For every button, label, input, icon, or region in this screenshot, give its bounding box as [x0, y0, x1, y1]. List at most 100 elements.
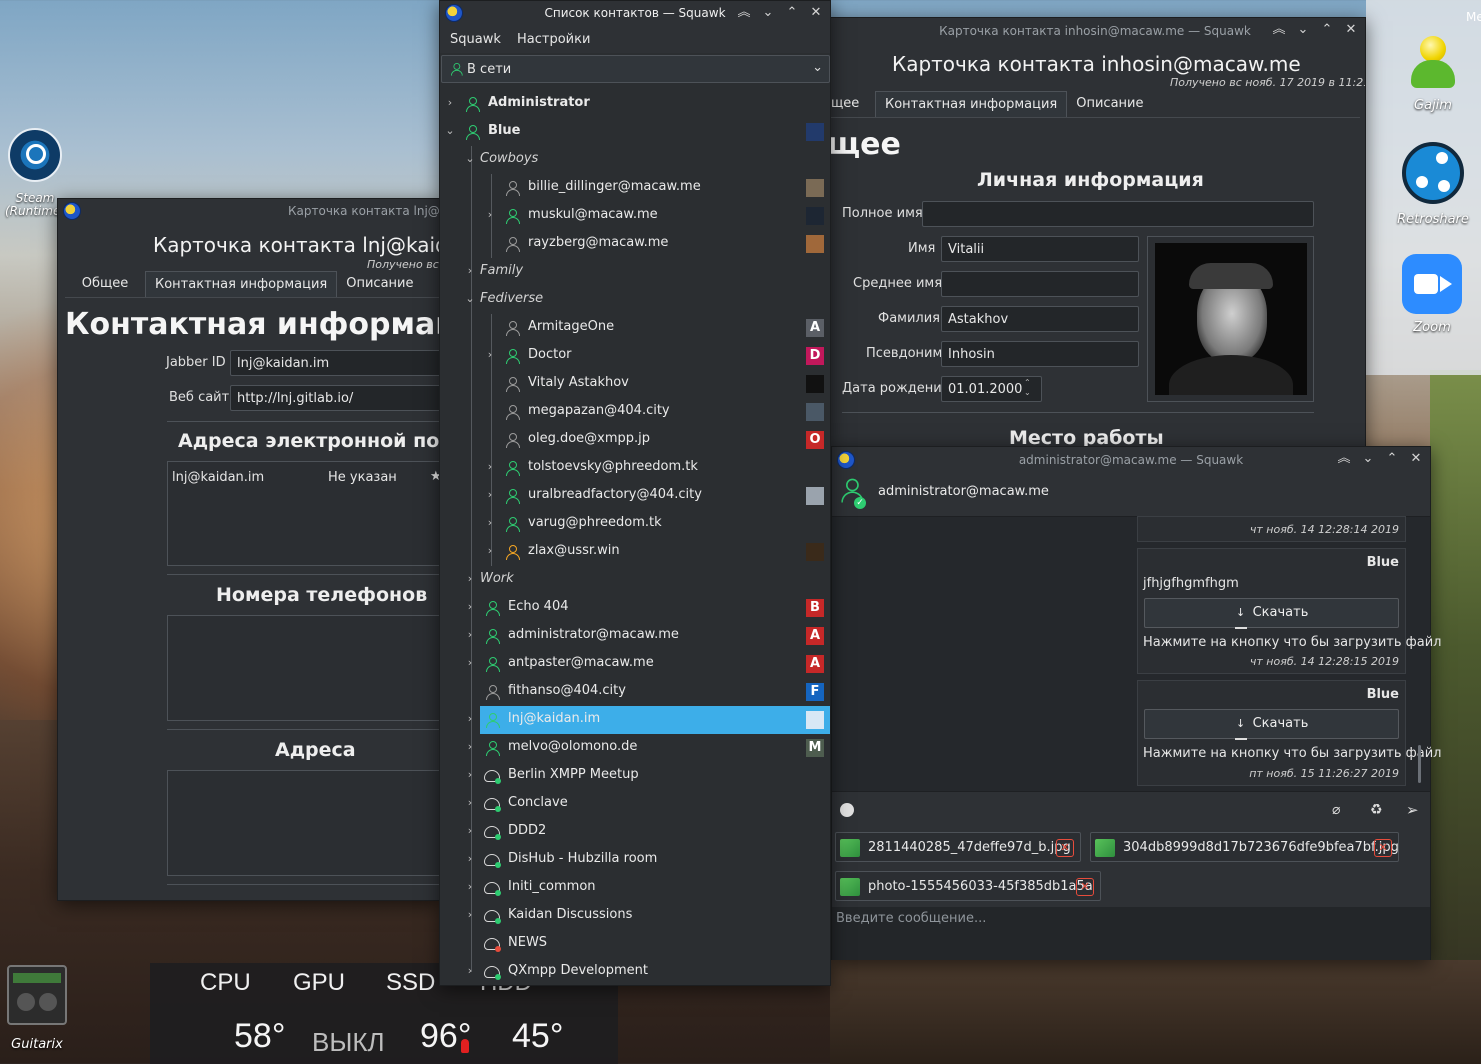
tab-contact-info[interactable]: Контактная информация: [145, 271, 338, 297]
room-row[interactable]: › DisHub - Hubzilla room: [440, 846, 830, 874]
contact-row[interactable]: rayzberg@macaw.me: [440, 230, 830, 258]
keep-above-button[interactable]: ︽: [736, 1, 752, 25]
contact-row[interactable]: fithanso@404.city F: [440, 678, 830, 706]
group-row[interactable]: ⌄ Cowboys: [440, 146, 830, 174]
tab-description[interactable]: Описание: [1067, 91, 1152, 117]
download-button[interactable]: ↓ Скачать: [1144, 709, 1399, 740]
collapsed-arrow-icon[interactable]: ›: [484, 516, 496, 529]
collapsed-arrow-icon[interactable]: ›: [484, 348, 496, 361]
close-button[interactable]: ✕: [1343, 18, 1359, 42]
account-row[interactable]: ⌄ Blue: [440, 118, 830, 146]
emoji-icon[interactable]: [840, 803, 854, 817]
contact-row[interactable]: › muskul@macaw.me: [440, 202, 830, 230]
attachment-chip[interactable]: 304db8999d8d17b723676dfe9bfea7bf.jpg ✕: [1090, 832, 1399, 862]
collapsed-arrow-icon[interactable]: ›: [464, 628, 476, 641]
desktop-icon-guitarix[interactable]: Guitarix: [4, 965, 70, 1052]
menu-squawk[interactable]: Squawk: [450, 32, 501, 47]
expanded-arrow-icon[interactable]: ⌄: [464, 292, 476, 305]
close-button[interactable]: ✕: [808, 1, 824, 25]
room-row[interactable]: › Initi_common: [440, 874, 830, 902]
group-row[interactable]: ⌄ Fediverse: [440, 286, 830, 314]
remove-attachment-icon[interactable]: ✕: [1056, 839, 1074, 857]
collapsed-arrow-icon[interactable]: ›: [464, 768, 476, 781]
addresses-list[interactable]: [167, 770, 440, 876]
keep-above-button[interactable]: ︽: [1271, 18, 1287, 42]
jid-field[interactable]: [230, 350, 440, 376]
download-button[interactable]: ↓ Скачать: [1144, 598, 1399, 629]
expanded-arrow-icon[interactable]: ⌄: [444, 124, 456, 137]
menu-settings[interactable]: Настройки: [517, 32, 590, 47]
emails-list[interactable]: lnj@kaidan.im Не указан ★: [167, 461, 440, 566]
collapsed-arrow-icon[interactable]: ›: [484, 208, 496, 221]
collapsed-arrow-icon[interactable]: ›: [464, 656, 476, 669]
attachment-chip[interactable]: photo-1555456033-45f385db1a5a ✕: [835, 871, 1101, 901]
expanded-arrow-icon[interactable]: ⌄: [464, 152, 476, 165]
contact-row[interactable]: › melvo@olomono.de M: [440, 734, 830, 762]
avatar-frame[interactable]: [1147, 236, 1314, 402]
remove-attachment-icon[interactable]: ✕: [1374, 839, 1392, 857]
last-name-field[interactable]: [941, 306, 1139, 332]
window-titlebar[interactable]: Карточка контакта lnj@kaidan.im — Squawk: [58, 199, 440, 223]
maximize-button[interactable]: ⌃: [1384, 447, 1400, 471]
contact-row[interactable]: Vitaly Astakhov: [440, 370, 830, 398]
message-scrollbar[interactable]: [1418, 745, 1421, 783]
tab-general[interactable]: щее: [825, 91, 875, 117]
clear-icon[interactable]: ♻: [1370, 802, 1383, 818]
contact-row[interactable]: › lnj@kaidan.im: [468, 706, 830, 734]
phones-list[interactable]: [167, 615, 440, 721]
window-titlebar[interactable]: administrator@macaw.me — Squawk ︽ ⌄ ⌃ ✕: [832, 447, 1430, 473]
window-titlebar[interactable]: Карточка контакта inhosin@macaw.me — Squ…: [825, 18, 1365, 44]
close-button[interactable]: ✕: [1408, 447, 1424, 471]
tab-contact-info[interactable]: Контактная информация: [875, 91, 1068, 117]
collapsed-arrow-icon[interactable]: ›: [464, 852, 476, 865]
nickname-field[interactable]: [941, 341, 1139, 367]
desktop-icon-zoom[interactable]: Zoom: [1398, 254, 1466, 335]
collapsed-arrow-icon[interactable]: ›: [484, 544, 496, 557]
collapsed-arrow-icon[interactable]: ›: [464, 880, 476, 893]
contact-row[interactable]: › tolstoevsky@phreedom.tk: [440, 454, 830, 482]
attachment-chip[interactable]: 2811440285_47deffe97d_b.jpg ✕: [835, 832, 1081, 862]
middle-name-field[interactable]: [941, 271, 1139, 297]
message-input[interactable]: Введите сообщение...: [832, 907, 1430, 960]
collapsed-arrow-icon[interactable]: ›: [464, 740, 476, 753]
room-row[interactable]: › Berlin XMPP Meetup: [440, 762, 830, 790]
minimize-button[interactable]: ⌄: [1360, 447, 1376, 471]
contact-row[interactable]: › zlax@ussr.win: [440, 538, 830, 566]
keep-above-button[interactable]: ︽: [1336, 447, 1352, 471]
contact-row[interactable]: › antpaster@macaw.me A: [440, 650, 830, 678]
maximize-button[interactable]: ⌃: [1319, 18, 1335, 42]
room-row[interactable]: NEWS: [440, 930, 830, 958]
birthday-spin-icon[interactable]: ⌃ ⌄: [1024, 378, 1031, 398]
collapsed-arrow-icon[interactable]: ›: [464, 712, 476, 725]
tab-general[interactable]: Общее: [65, 271, 145, 297]
contact-row[interactable]: › administrator@macaw.me A: [440, 622, 830, 650]
collapsed-arrow-icon[interactable]: ›: [464, 908, 476, 921]
account-row[interactable]: › Administrator: [440, 90, 830, 118]
collapsed-arrow-icon[interactable]: ›: [464, 572, 476, 585]
room-row[interactable]: › DDD2: [440, 818, 830, 846]
collapsed-arrow-icon[interactable]: ›: [464, 824, 476, 837]
minimize-button[interactable]: ⌄: [1295, 18, 1311, 42]
contact-row[interactable]: › Echo 404 B: [440, 594, 830, 622]
collapsed-arrow-icon[interactable]: ›: [444, 96, 456, 109]
desktop-icon-gajim[interactable]: Gajim: [1398, 34, 1468, 113]
attach-icon[interactable]: ⌀: [1332, 802, 1340, 818]
collapsed-arrow-icon[interactable]: ›: [464, 796, 476, 809]
collapsed-arrow-icon[interactable]: ›: [464, 600, 476, 613]
room-row[interactable]: › Kaidan Discussions: [440, 902, 830, 930]
website-field[interactable]: [230, 385, 440, 411]
minimize-button[interactable]: ⌄: [760, 1, 776, 25]
send-icon[interactable]: ➢: [1406, 801, 1419, 819]
collapsed-arrow-icon[interactable]: ›: [464, 264, 476, 277]
remove-attachment-icon[interactable]: ✕: [1076, 878, 1094, 896]
contact-row[interactable]: › Doctor D: [440, 342, 830, 370]
contact-row[interactable]: megapazan@404.city: [440, 398, 830, 426]
contact-row[interactable]: ArmitageOne A: [440, 314, 830, 342]
collapsed-arrow-icon[interactable]: ›: [484, 460, 496, 473]
full-name-field[interactable]: [922, 201, 1314, 227]
contact-row[interactable]: › varug@phreedom.tk: [440, 510, 830, 538]
collapsed-arrow-icon[interactable]: ›: [464, 964, 476, 977]
window-titlebar[interactable]: Список контактов — Squawk ︽ ⌄ ⌃ ✕: [440, 1, 830, 25]
maximize-button[interactable]: ⌃: [784, 1, 800, 25]
contact-row[interactable]: oleg.doe@xmpp.jp O: [440, 426, 830, 454]
